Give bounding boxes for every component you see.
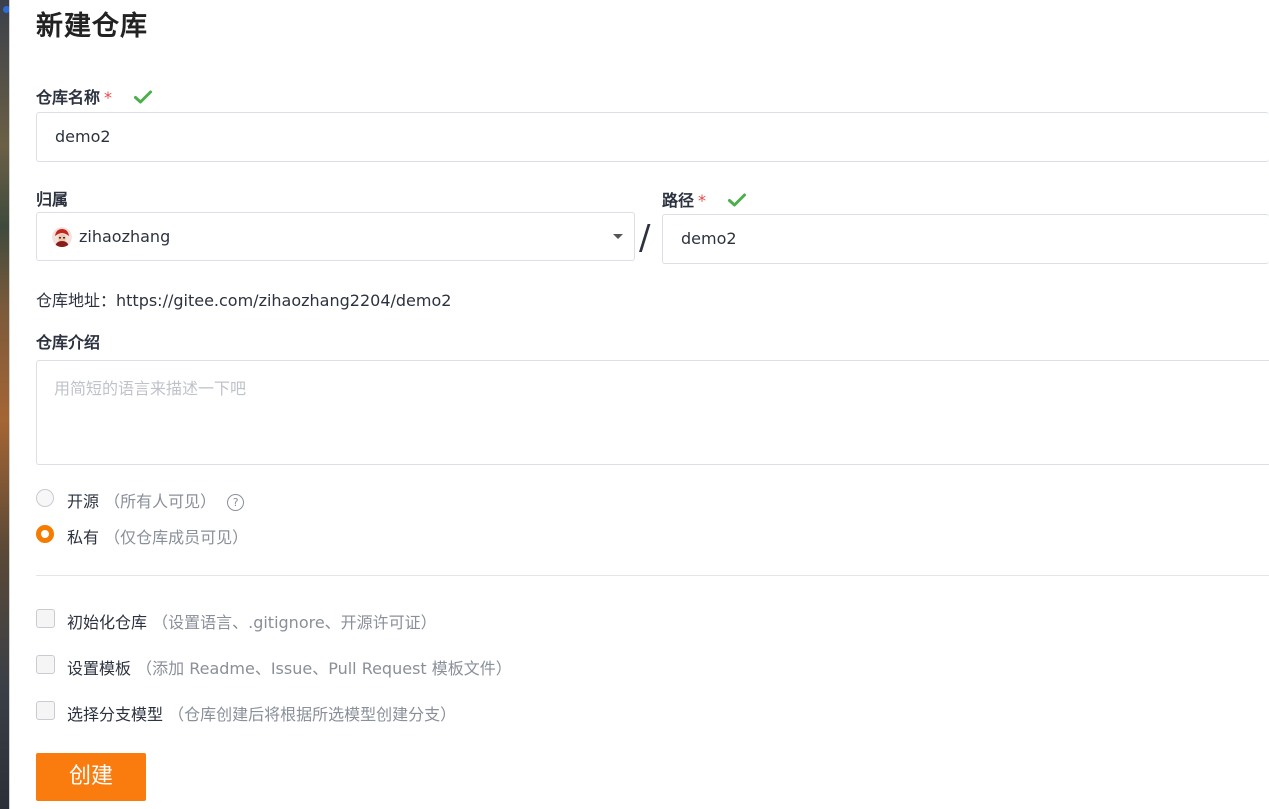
- option-hint: （所有人可见）: [104, 492, 217, 511]
- page-title: 新建仓库: [36, 11, 148, 42]
- repo-name-label-row: 仓库名称 *: [36, 84, 152, 108]
- option-label: 开源: [67, 492, 100, 511]
- divider: [36, 575, 1269, 576]
- branch-model-option[interactable]: 选择分支模型 （仓库创建后将根据所选模型创建分支）: [36, 701, 736, 724]
- caret-down-icon: [613, 234, 623, 239]
- question-circle-icon[interactable]: ?: [227, 494, 245, 511]
- visibility-option-private[interactable]: 私有 （仅仓库成员可见）: [36, 524, 436, 547]
- option-label: 设置模板: [67, 659, 132, 678]
- create-button[interactable]: 创建: [36, 753, 146, 801]
- new-repo-form: 新建仓库 仓库名称 * demo2 归属 zihaozhang / 路径 * d…: [36, 0, 1269, 809]
- option-hint: （仅仓库成员可见）: [104, 528, 249, 547]
- branch-model-checkbox[interactable]: [36, 701, 55, 720]
- owner-label: 归属: [36, 190, 69, 209]
- repo-address: 仓库地址：https://gitee.com/zihaozhang2204/de…: [36, 291, 452, 310]
- path-separator: /: [639, 218, 651, 258]
- option-label: 初始化仓库: [67, 613, 148, 632]
- check-icon: [133, 90, 152, 104]
- init-repo-checkbox[interactable]: [36, 609, 55, 628]
- template-checkbox[interactable]: [36, 655, 55, 674]
- path-label: 路径: [662, 191, 695, 210]
- radio-private[interactable]: [36, 525, 54, 543]
- required-mark: *: [104, 88, 113, 107]
- owner-select[interactable]: zihaozhang: [36, 212, 635, 261]
- window-edge-border: [9, 0, 10, 809]
- repo-name-label: 仓库名称: [36, 88, 101, 107]
- repo-name-input[interactable]: demo2: [36, 112, 1269, 162]
- path-label-row: 路径 *: [662, 187, 746, 211]
- visibility-option-public[interactable]: 开源 （所有人可见） ?: [36, 488, 436, 511]
- option-label: 选择分支模型: [67, 705, 164, 724]
- description-label: 仓库介绍: [36, 333, 101, 352]
- avatar: [52, 227, 72, 247]
- description-textarea[interactable]: 用简短的语言来描述一下吧: [36, 360, 1269, 465]
- init-repo-option[interactable]: 初始化仓库 （设置语言、.gitignore、开源许可证）: [36, 609, 736, 632]
- option-label: 私有: [67, 528, 100, 547]
- path-input[interactable]: demo2: [662, 214, 1269, 264]
- required-mark: *: [698, 191, 707, 210]
- option-hint: （仓库创建后将根据所选模型创建分支）: [168, 705, 457, 724]
- option-hint: （设置语言、.gitignore、开源许可证）: [152, 613, 437, 632]
- check-icon: [727, 193, 746, 207]
- background-window-edge: [0, 0, 10, 809]
- option-hint: （添加 Readme、Issue、Pull Request 模板文件）: [136, 659, 512, 678]
- template-option[interactable]: 设置模板 （添加 Readme、Issue、Pull Request 模板文件）: [36, 655, 736, 678]
- radio-public[interactable]: [36, 489, 54, 507]
- owner-name: zihaozhang: [79, 227, 171, 246]
